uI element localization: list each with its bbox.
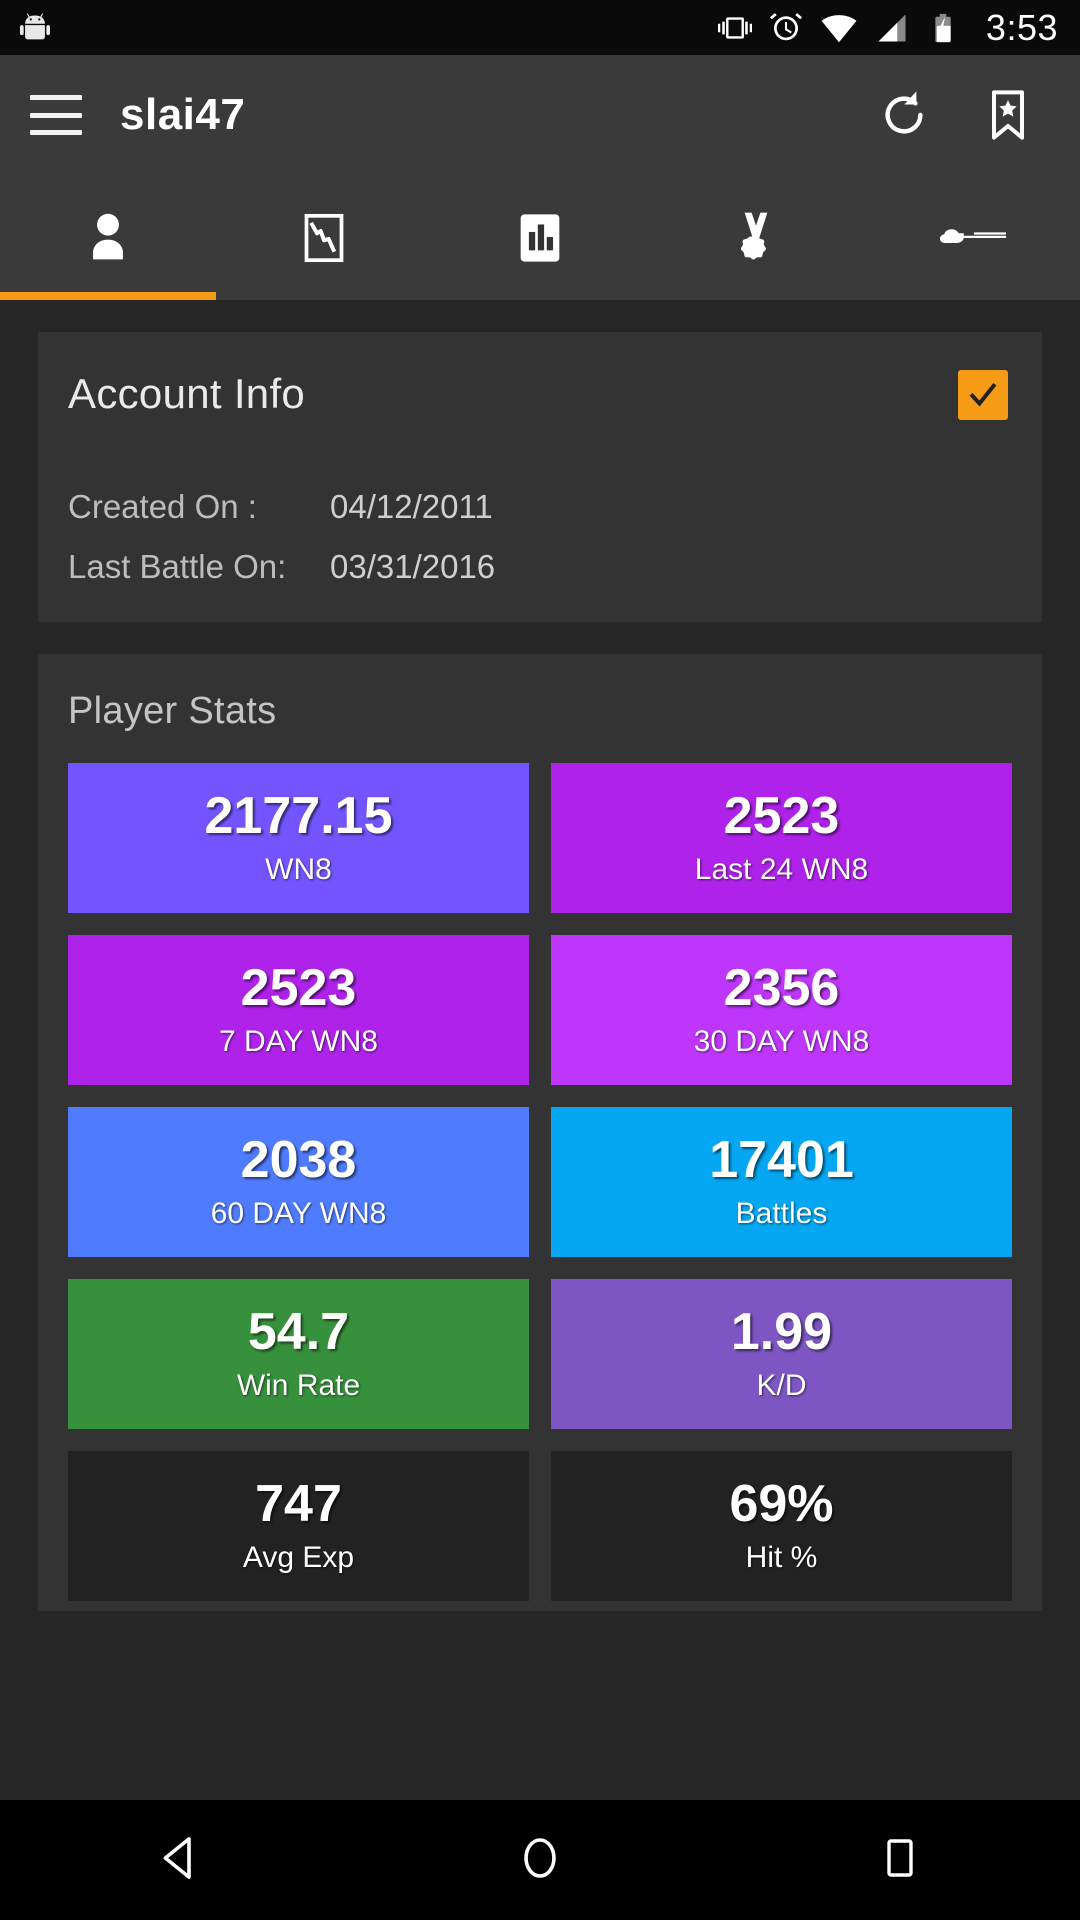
account-info-title: Account Info (68, 370, 306, 417)
app-bar: slai47 (0, 55, 1080, 175)
account-info-row: Last Battle On: 03/31/2016 (68, 548, 1012, 586)
stat-value: 2177.15 (204, 786, 393, 845)
recents-button[interactable] (825, 1800, 975, 1920)
battery-charging-icon (926, 11, 960, 45)
vibrate-icon (717, 11, 752, 45)
stat-value: 69% (729, 1474, 834, 1533)
stat-label: WN8 (265, 853, 332, 887)
recents-square-icon (876, 1834, 924, 1887)
stat-value: 2523 (240, 958, 357, 1017)
player-stats-card: Player Stats 2177.15 WN8 2523 Last 24 WN… (38, 654, 1042, 1611)
stat-tile[interactable]: 2523 Last 24 WN8 (551, 763, 1012, 913)
stat-tile[interactable]: 2356 30 DAY WN8 (551, 935, 1012, 1085)
stat-tile[interactable]: 17401 Battles (551, 1107, 1012, 1257)
tab-stats[interactable] (432, 175, 648, 300)
hamburger-menu-icon[interactable] (30, 95, 82, 135)
stat-value: 1.99 (730, 1302, 833, 1361)
medal-icon (725, 207, 787, 269)
stat-tile[interactable]: 2038 60 DAY WN8 (68, 1107, 529, 1257)
stat-label: 30 DAY WN8 (693, 1025, 870, 1059)
stat-tile[interactable]: 69% Hit % (551, 1451, 1012, 1601)
tab-graph[interactable] (216, 175, 432, 300)
tank-icon (936, 218, 1008, 258)
bar-chart-icon (511, 209, 569, 267)
status-bar-clock: 3:53 (985, 6, 1058, 48)
system-nav-bar (0, 1800, 1080, 1920)
back-triangle-icon (153, 1831, 207, 1890)
refresh-icon[interactable] (876, 87, 932, 143)
tab-tanks[interactable] (864, 175, 1080, 300)
stat-label: 60 DAY WN8 (210, 1197, 387, 1231)
stat-value: 2038 (240, 1130, 357, 1189)
tab-achievements[interactable] (648, 175, 864, 300)
android-mascot-icon (18, 11, 52, 45)
scroll-content[interactable]: Account Info Created On : 04/12/2011 Las… (0, 300, 1080, 1920)
stat-value: 747 (255, 1474, 342, 1533)
stat-value: 54.7 (247, 1302, 350, 1361)
alarm-icon (768, 10, 804, 46)
tab-active-indicator (0, 292, 216, 300)
cell-signal-icon (874, 10, 910, 46)
stat-tile[interactable]: 54.7 Win Rate (68, 1279, 529, 1429)
bookmark-star-icon[interactable] (980, 87, 1036, 143)
back-button[interactable] (105, 1800, 255, 1920)
created-on-label: Created On : (68, 488, 257, 525)
account-info-row: Created On : 04/12/2011 (68, 488, 1012, 526)
stat-label: Avg Exp (242, 1541, 355, 1575)
line-chart-icon (296, 210, 352, 266)
player-stats-title: Player Stats (68, 690, 277, 732)
stat-label: Win Rate (236, 1369, 361, 1403)
wifi-icon (820, 9, 858, 47)
stat-tile[interactable]: 2177.15 WN8 (68, 763, 529, 913)
tab-bar (0, 175, 1080, 300)
created-on-value: 04/12/2011 (330, 488, 493, 525)
account-info-checkbox[interactable] (958, 370, 1008, 420)
player-stats-grid: 2177.15 WN8 2523 Last 24 WN8 2523 7 DAY … (68, 763, 1012, 1611)
page-title: slai47 (120, 90, 246, 139)
stat-value: 17401 (709, 1130, 854, 1189)
home-circle-icon (513, 1831, 567, 1890)
last-battle-label: Last Battle On: (68, 548, 287, 585)
account-info-rows: Created On : 04/12/2011 Last Battle On: … (68, 488, 1012, 586)
stat-label: K/D (756, 1369, 807, 1403)
stat-value: 2523 (723, 786, 840, 845)
status-bar: 3:53 (0, 0, 1080, 55)
tab-profile[interactable] (0, 175, 216, 300)
last-battle-value: 03/31/2016 (330, 548, 496, 585)
stat-label: Battles (735, 1197, 828, 1231)
stat-label: Hit % (745, 1541, 818, 1575)
account-info-card: Account Info Created On : 04/12/2011 Las… (38, 332, 1042, 622)
stat-label: Last 24 WN8 (694, 853, 869, 887)
person-icon (76, 206, 140, 270)
stat-tile[interactable]: 1.99 K/D (551, 1279, 1012, 1429)
stat-tile[interactable]: 747 Avg Exp (68, 1451, 529, 1601)
stat-tile[interactable]: 2523 7 DAY WN8 (68, 935, 529, 1085)
stat-value: 2356 (723, 958, 840, 1017)
stat-label: 7 DAY WN8 (219, 1025, 378, 1059)
home-button[interactable] (465, 1800, 615, 1920)
